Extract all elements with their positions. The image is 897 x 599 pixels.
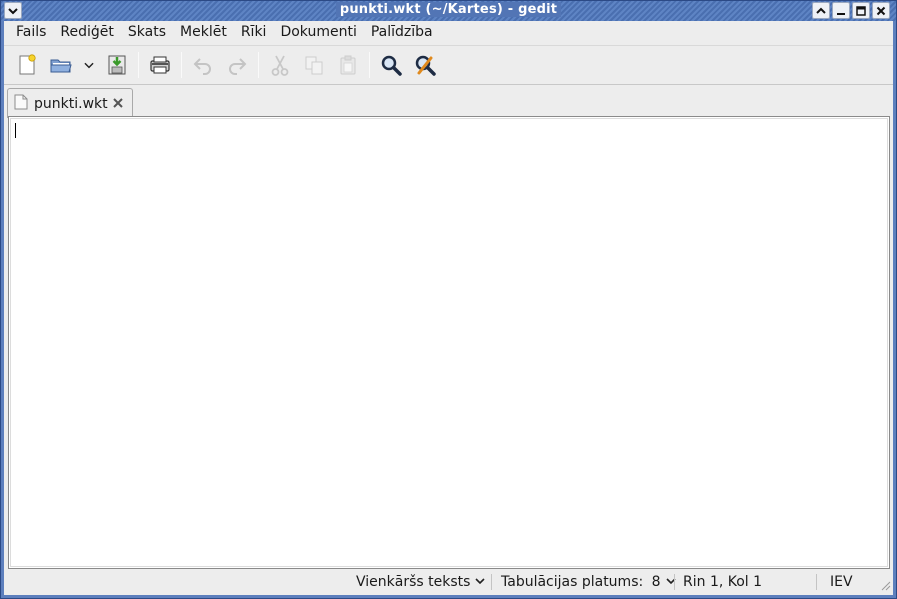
close-window-button[interactable]: [872, 2, 890, 19]
cut-icon: [271, 55, 289, 76]
status-divider: [491, 574, 492, 590]
redo-button[interactable]: [220, 48, 254, 82]
shade-button[interactable]: [812, 2, 830, 19]
tab-punkti-wkt[interactable]: punkti.wkt: [7, 88, 133, 118]
save-icon: [108, 55, 126, 75]
cursor-position: Rin 1, Kol 1: [683, 574, 763, 590]
document-tabs: punkti.wkt: [4, 86, 893, 118]
tab-width-label: Tabulācijas platums:: [501, 574, 644, 590]
resize-grip-icon: [881, 581, 891, 591]
status-divider: [674, 574, 675, 590]
find-replace-button[interactable]: [408, 48, 442, 82]
language-selector[interactable]: Vienkāršs teksts: [356, 573, 485, 591]
menu-fails[interactable]: Fails: [9, 21, 53, 44]
menu-riki[interactable]: Rīki: [234, 21, 274, 44]
print-icon: [150, 56, 170, 74]
statusbar: Vienkāršs teksts Tabulācijas platums: 8 …: [4, 571, 893, 593]
chevron-down-icon: [84, 62, 94, 69]
undo-button[interactable]: [186, 48, 220, 82]
window-title: punkti.wkt (~/Kartes) - gedit: [1, 2, 896, 17]
chevron-up-icon: [816, 7, 826, 14]
new-document-icon: [19, 54, 36, 75]
find-button[interactable]: [374, 48, 408, 82]
tab-label: punkti.wkt: [34, 95, 108, 112]
undo-icon: [193, 58, 211, 75]
close-tab-button[interactable]: [111, 96, 125, 110]
paste-icon: [340, 55, 356, 75]
cut-button[interactable]: [263, 48, 297, 82]
toolbar: [4, 45, 893, 85]
menubar: Fails Rediģēt Skats Meklēt Rīki Dokument…: [4, 21, 893, 44]
maximize-button[interactable]: [852, 2, 870, 19]
language-label: Vienkāršs teksts: [356, 574, 471, 590]
status-divider: [816, 574, 817, 590]
title-bar[interactable]: punkti.wkt (~/Kartes) - gedit: [1, 1, 896, 21]
gedit-window: punkti.wkt (~/Kartes) - gedit Fails Redi…: [0, 0, 897, 599]
text-editor[interactable]: [10, 118, 888, 567]
resize-grip[interactable]: [879, 579, 891, 591]
menu-meklet[interactable]: Meklēt: [173, 21, 234, 44]
toolbar-separator: [181, 52, 182, 78]
toolbar-separator: [258, 52, 259, 78]
search-icon: [381, 55, 402, 76]
search-replace-icon: [415, 55, 436, 76]
print-button[interactable]: [143, 48, 177, 82]
copy-button[interactable]: [297, 48, 331, 82]
redo-icon: [229, 58, 247, 75]
chevron-down-icon: [475, 578, 485, 585]
menu-dokumenti[interactable]: Dokumenti: [273, 21, 363, 44]
open-recent-button[interactable]: [78, 48, 100, 82]
insert-mode: IEV: [830, 574, 853, 590]
menu-palidziba[interactable]: Palīdzība: [364, 21, 440, 44]
toolbar-separator: [138, 52, 139, 78]
close-icon: [113, 98, 123, 108]
window-client: Fails Rediģēt Skats Meklēt Rīki Dokument…: [4, 21, 893, 595]
copy-icon: [305, 56, 323, 75]
menu-rediget[interactable]: Rediģēt: [53, 21, 120, 44]
minimize-button[interactable]: [832, 2, 850, 19]
editor-frame: [8, 116, 890, 569]
toolbar-separator: [369, 52, 370, 78]
save-button[interactable]: [100, 48, 134, 82]
paste-button[interactable]: [331, 48, 365, 82]
new-document-button[interactable]: [10, 48, 44, 82]
tab-width-value: 8: [651, 574, 661, 590]
open-folder-icon: [50, 59, 72, 73]
close-icon: [876, 6, 886, 15]
open-button[interactable]: [44, 48, 78, 82]
minimize-icon: [837, 12, 845, 15]
menu-skats[interactable]: Skats: [121, 21, 173, 44]
tab-width-selector[interactable]: Tabulācijas platums: 8: [501, 573, 676, 591]
maximize-icon: [856, 5, 866, 16]
text-document-icon: [14, 94, 28, 114]
text-cursor: [15, 123, 16, 138]
